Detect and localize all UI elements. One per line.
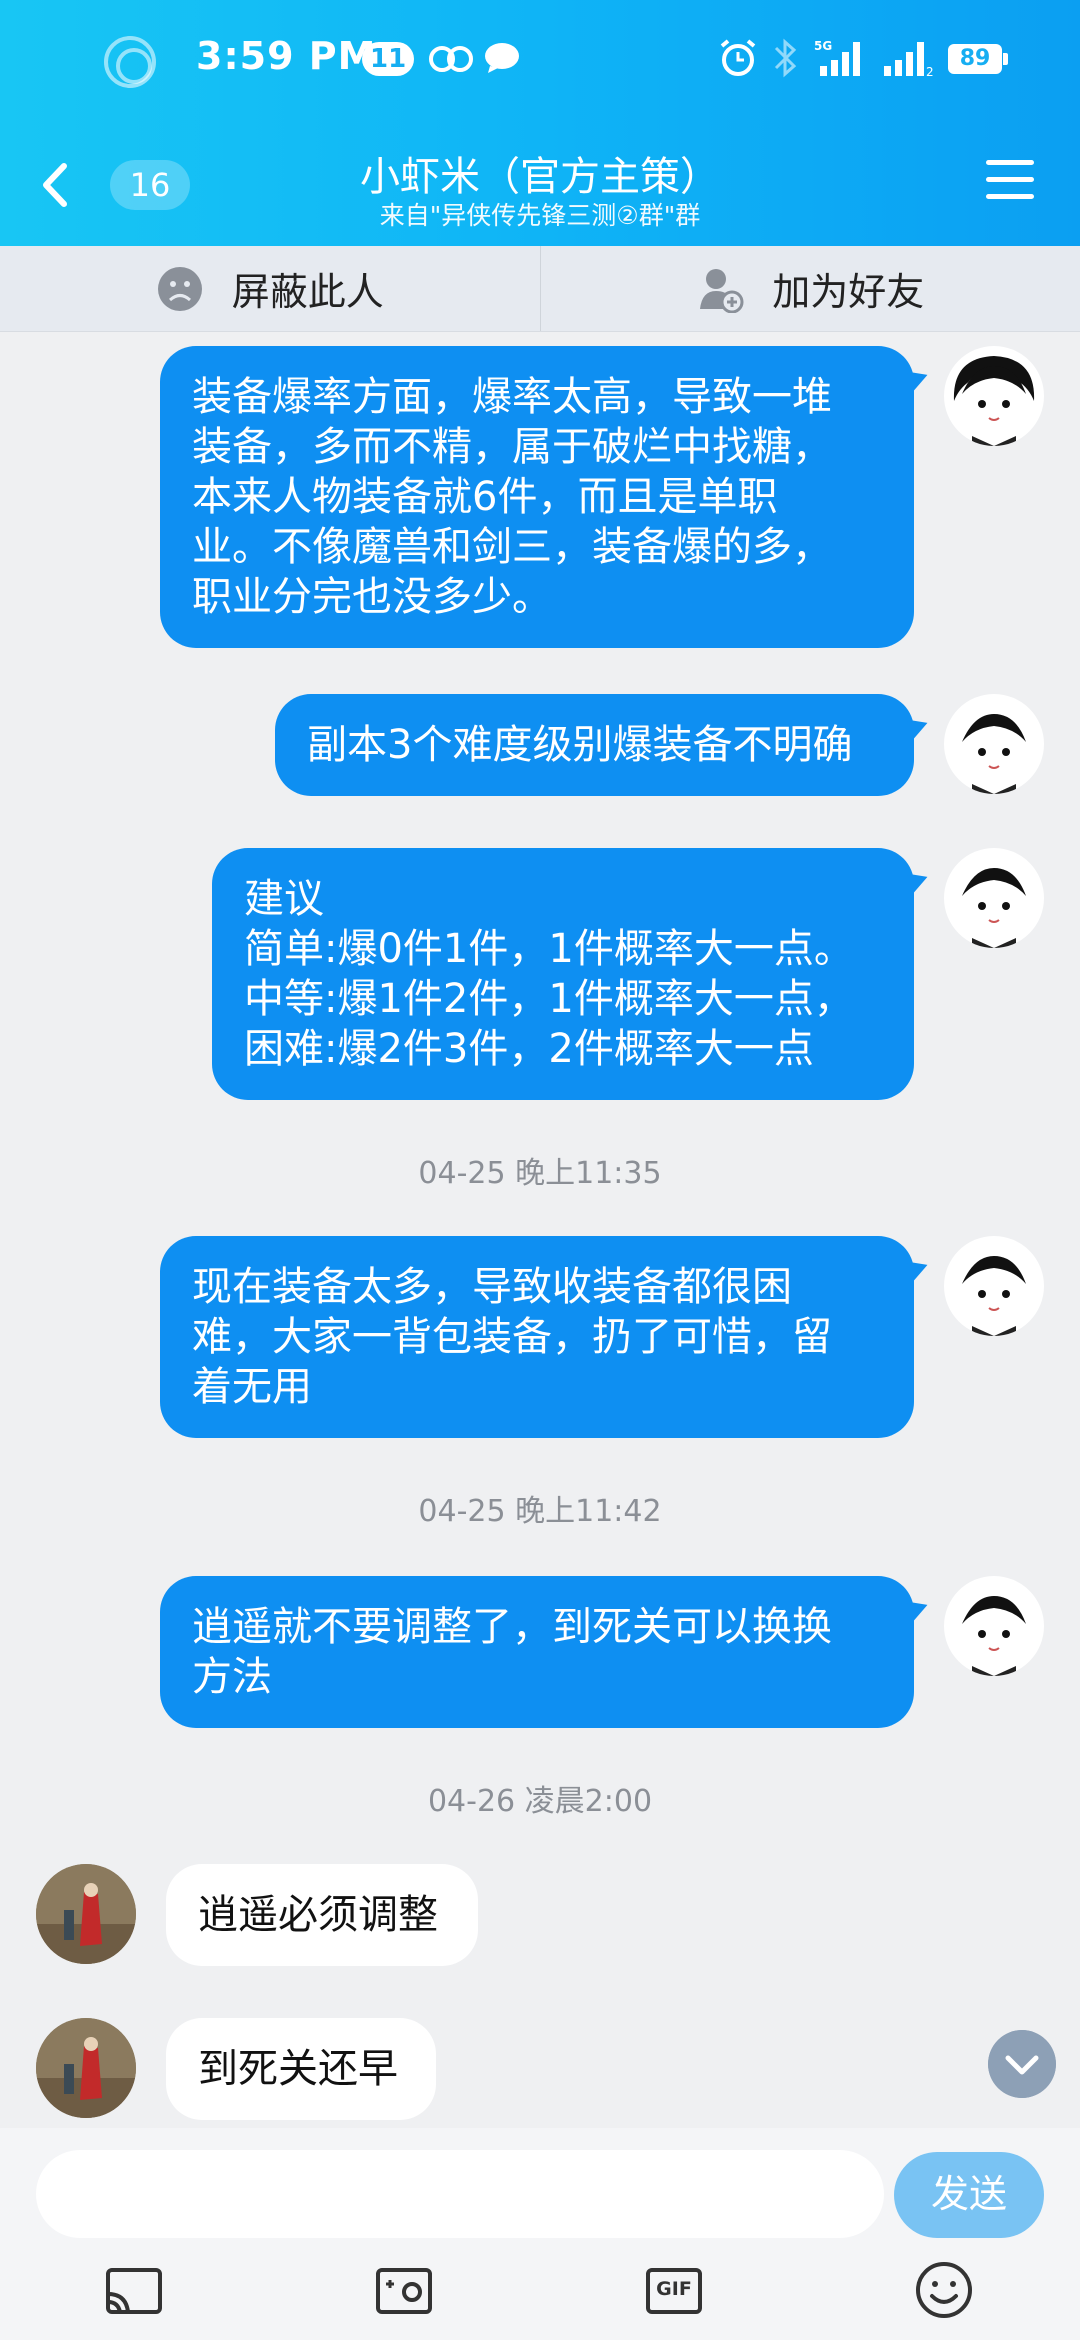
alarm-icon bbox=[720, 39, 756, 76]
sender-avatar[interactable] bbox=[36, 1864, 136, 1964]
timestamp: 04-25 晚上11:42 bbox=[418, 1494, 662, 1529]
add-friend-icon bbox=[700, 268, 744, 313]
sender-avatar[interactable] bbox=[36, 2018, 136, 2118]
gif-label: GIF bbox=[656, 2278, 692, 2300]
cartoon-avatar-icon bbox=[962, 714, 1026, 794]
add-friend-button[interactable]: 加为好友 bbox=[539, 246, 1080, 331]
scroll-down-icon[interactable] bbox=[988, 2030, 1056, 2098]
message-icon bbox=[485, 43, 519, 73]
top-header: 3:59 PM 11 5G 2 89 16 小虾米（官方主策） 来自"异侠传先锋… bbox=[0, 0, 1080, 246]
outgoing-message[interactable]: 逍遥就不要调整了，到死关可以换换 方法 bbox=[160, 1576, 914, 1728]
signal-icon: 2 bbox=[884, 42, 934, 78]
outgoing-message[interactable]: 副本3个难度级别爆装备不明确 bbox=[275, 694, 914, 796]
signal-5g-icon: 5G bbox=[814, 39, 860, 76]
self-avatar[interactable] bbox=[944, 694, 1044, 794]
timestamp: 04-25 晚上11:35 bbox=[418, 1156, 662, 1191]
emoji-icon[interactable] bbox=[914, 2260, 974, 2320]
battery-indicator: 89 bbox=[948, 44, 1008, 74]
incoming-message[interactable]: 到死关还早 bbox=[166, 2018, 436, 2120]
menu-icon[interactable] bbox=[986, 160, 1034, 202]
block-icon bbox=[157, 266, 202, 311]
cartoon-avatar-icon bbox=[962, 868, 1026, 948]
status-time: 3:59 PM bbox=[196, 34, 377, 78]
timestamp: 04-26 凌晨2:00 bbox=[427, 1784, 653, 1819]
ring-icon bbox=[104, 36, 156, 88]
gif-icon[interactable]: GIF bbox=[644, 2260, 704, 2320]
self-avatar[interactable] bbox=[944, 346, 1044, 446]
outgoing-message[interactable]: 现在装备太多，导致收装备都很困 难，大家一背包装备，扔了可惜，留 着无用 bbox=[160, 1236, 914, 1438]
title-bar: 16 小虾米（官方主策） 来自"异侠传先锋三测②群"群 bbox=[0, 120, 1080, 246]
svg-text:5G: 5G bbox=[814, 39, 832, 53]
incoming-message[interactable]: 逍遥必须调整 bbox=[166, 1864, 478, 1966]
action-strip: 屏蔽此人 加为好友 bbox=[0, 246, 1080, 332]
self-avatar[interactable] bbox=[944, 1236, 1044, 1336]
bluetooth-icon bbox=[774, 38, 797, 78]
add-friend-label: 加为好友 bbox=[772, 270, 925, 314]
chat-title: 小虾米（官方主策） bbox=[360, 154, 720, 200]
outgoing-message[interactable]: 装备爆率方面，爆率太高，导致一堆 装备，多而不精，属于破烂中找糖， 本来人物装备… bbox=[160, 346, 914, 648]
notification-badge: 11 bbox=[362, 42, 415, 76]
game-character-avatar-icon bbox=[36, 2018, 136, 2118]
outgoing-message[interactable]: 建议 简单:爆0件1件，1件概率大一点。 中等:爆1件2件，1件概率大一点， 困… bbox=[212, 848, 914, 1100]
input-bar: 发送 GIF bbox=[0, 2128, 1080, 2340]
block-user-button[interactable]: 屏蔽此人 bbox=[0, 246, 540, 331]
block-user-label: 屏蔽此人 bbox=[231, 270, 384, 314]
link-icon bbox=[429, 46, 473, 72]
self-avatar[interactable] bbox=[944, 1576, 1044, 1676]
cartoon-avatar-icon bbox=[962, 1256, 1026, 1336]
send-button[interactable]: 发送 bbox=[894, 2152, 1044, 2238]
chat-subtitle: 来自"异侠传先锋三测②群"群 bbox=[379, 201, 701, 230]
svg-text:2: 2 bbox=[926, 65, 934, 78]
message-input[interactable] bbox=[36, 2150, 884, 2238]
game-character-avatar-icon bbox=[36, 1864, 136, 1964]
cartoon-avatar-icon bbox=[962, 1596, 1026, 1676]
screen-cast-icon[interactable] bbox=[104, 2260, 164, 2320]
status-bar: 3:59 PM 11 5G 2 89 bbox=[0, 0, 1080, 120]
self-avatar[interactable] bbox=[944, 848, 1044, 948]
cartoon-avatar-icon bbox=[953, 356, 1035, 446]
camera-icon[interactable] bbox=[374, 2260, 434, 2320]
